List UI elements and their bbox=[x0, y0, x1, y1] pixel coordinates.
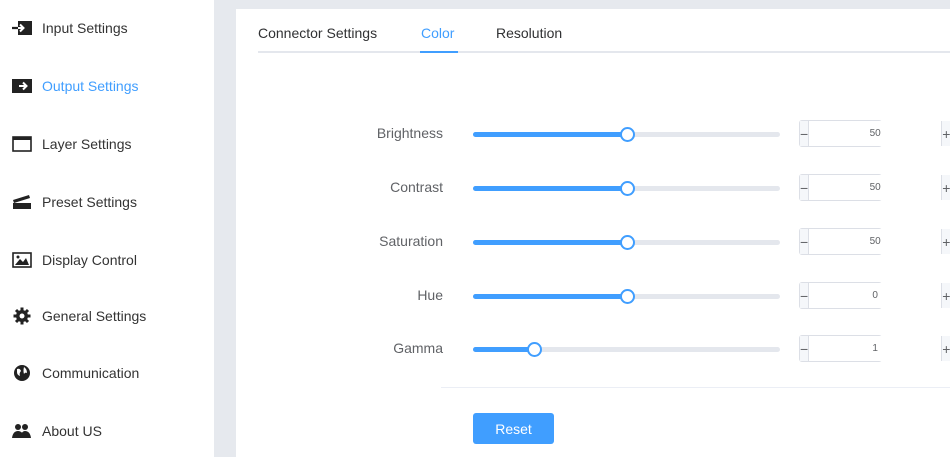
main-panel: Connector Settings Color Resolution Brig… bbox=[236, 9, 950, 457]
brightness-row: Brightness − + bbox=[236, 118, 950, 148]
gamma-row: Gamma − + bbox=[236, 333, 950, 363]
slider-handle[interactable] bbox=[527, 342, 543, 357]
brightness-slider[interactable] bbox=[473, 127, 780, 142]
contrast-slider[interactable] bbox=[473, 181, 780, 196]
decrement-button[interactable]: − bbox=[800, 121, 810, 146]
image-icon bbox=[12, 252, 32, 268]
preset-icon bbox=[12, 194, 32, 210]
hue-input[interactable] bbox=[809, 283, 942, 308]
slider-fill bbox=[473, 347, 535, 352]
contrast-input[interactable] bbox=[809, 175, 942, 200]
decrement-button[interactable]: − bbox=[800, 283, 810, 308]
gear-icon bbox=[12, 307, 32, 325]
slider-handle[interactable] bbox=[619, 127, 635, 142]
saturation-stepper: − + bbox=[799, 228, 950, 255]
slider-fill bbox=[473, 132, 627, 137]
slider-handle[interactable] bbox=[619, 289, 635, 304]
tab-color[interactable]: Color bbox=[421, 25, 454, 41]
sidebar-item-label: Layer Settings bbox=[42, 136, 132, 152]
saturation-label: Saturation bbox=[379, 233, 443, 249]
reset-button[interactable]: Reset bbox=[473, 413, 554, 444]
contrast-stepper: − + bbox=[799, 174, 950, 201]
brightness-label: Brightness bbox=[376, 125, 443, 141]
sidebar-item-preset-settings[interactable]: Preset Settings bbox=[0, 182, 214, 222]
gutter bbox=[214, 0, 236, 457]
top-strip bbox=[236, 0, 950, 9]
increment-button[interactable]: + bbox=[941, 175, 950, 200]
increment-button[interactable]: + bbox=[941, 336, 950, 361]
gamma-slider[interactable] bbox=[473, 342, 780, 357]
tab-connector-settings[interactable]: Connector Settings bbox=[258, 25, 377, 41]
saturation-slider[interactable] bbox=[473, 235, 780, 250]
saturation-row: Saturation − + bbox=[236, 226, 950, 256]
saturation-input[interactable] bbox=[809, 229, 942, 254]
sidebar-item-label: Preset Settings bbox=[42, 194, 137, 210]
contrast-label: Contrast bbox=[390, 179, 443, 195]
brightness-stepper: − + bbox=[799, 120, 950, 147]
gamma-input[interactable] bbox=[809, 336, 942, 361]
hue-label: Hue bbox=[417, 287, 443, 303]
brightness-input[interactable] bbox=[809, 121, 942, 146]
gamma-stepper: − + bbox=[799, 335, 950, 362]
divider bbox=[441, 387, 950, 388]
tab-bar: Connector Settings Color Resolution bbox=[258, 9, 950, 53]
sidebar-item-label: General Settings bbox=[42, 308, 147, 324]
users-icon bbox=[12, 423, 32, 439]
sidebar-item-layer-settings[interactable]: Layer Settings bbox=[0, 124, 214, 164]
layer-icon bbox=[12, 136, 32, 152]
sidebar-item-communication[interactable]: Communication bbox=[0, 353, 214, 393]
increment-button[interactable]: + bbox=[941, 121, 950, 146]
sidebar-item-label: Output Settings bbox=[42, 78, 139, 94]
hue-slider[interactable] bbox=[473, 289, 780, 304]
tab-active-indicator bbox=[420, 51, 458, 53]
tab-resolution[interactable]: Resolution bbox=[496, 25, 562, 41]
sidebar-item-general-settings[interactable]: General Settings bbox=[0, 296, 214, 336]
increment-button[interactable]: + bbox=[941, 229, 950, 254]
slider-handle[interactable] bbox=[619, 235, 635, 250]
sidebar-item-label: About US bbox=[42, 423, 102, 439]
gamma-label: Gamma bbox=[393, 340, 443, 356]
increment-button[interactable]: + bbox=[941, 283, 950, 308]
sidebar-item-output-settings[interactable]: Output Settings bbox=[0, 66, 214, 106]
contrast-row: Contrast − + bbox=[236, 172, 950, 202]
decrement-button[interactable]: − bbox=[800, 336, 810, 361]
hue-row: Hue − + bbox=[236, 280, 950, 310]
slider-fill bbox=[473, 240, 627, 245]
slider-fill bbox=[473, 186, 627, 191]
sidebar-item-about-us[interactable]: About US bbox=[0, 411, 214, 451]
hue-stepper: − + bbox=[799, 282, 950, 309]
sidebar-item-label: Display Control bbox=[42, 252, 137, 268]
sidebar: Input Settings Output Settings Layer Set… bbox=[0, 0, 214, 457]
input-icon bbox=[12, 20, 32, 36]
slider-fill bbox=[473, 294, 627, 299]
decrement-button[interactable]: − bbox=[800, 229, 810, 254]
slider-handle[interactable] bbox=[619, 181, 635, 196]
sidebar-item-label: Input Settings bbox=[42, 20, 128, 36]
globe-icon bbox=[12, 365, 32, 381]
sidebar-item-display-control[interactable]: Display Control bbox=[0, 240, 214, 280]
sidebar-item-label: Communication bbox=[42, 365, 140, 381]
decrement-button[interactable]: − bbox=[800, 175, 810, 200]
sidebar-item-input-settings[interactable]: Input Settings bbox=[0, 8, 214, 48]
output-icon bbox=[12, 78, 32, 94]
